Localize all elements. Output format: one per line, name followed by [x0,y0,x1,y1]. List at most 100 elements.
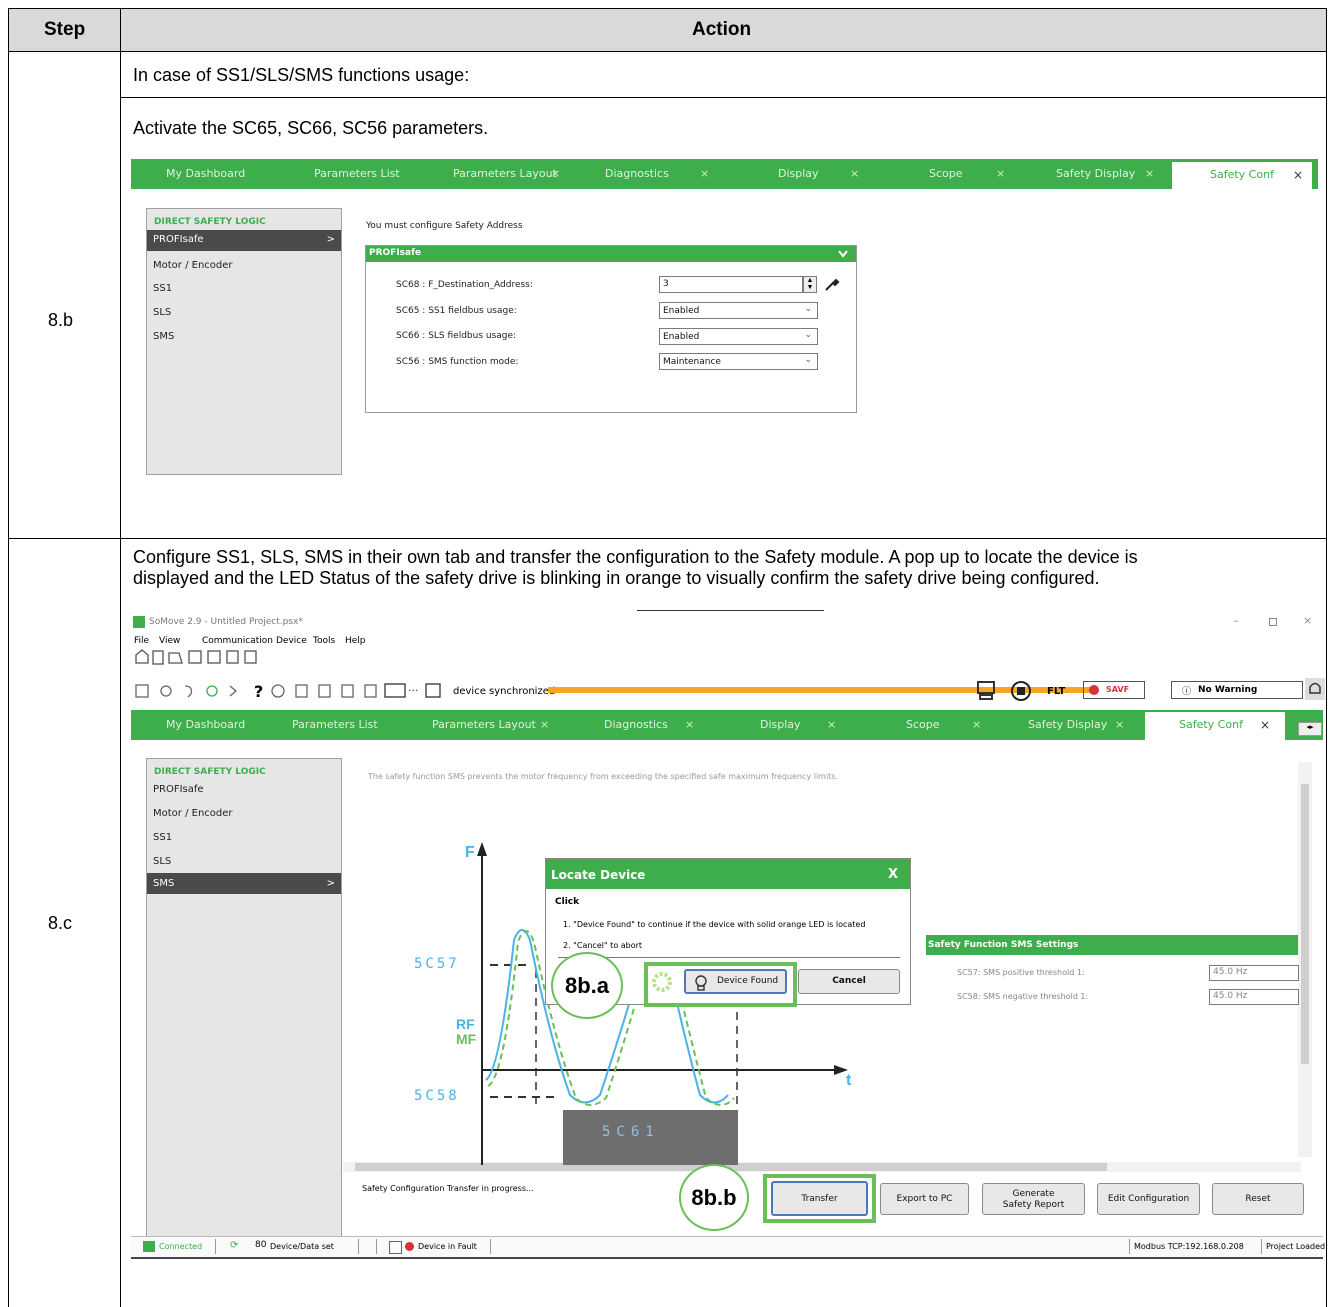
reset-button[interactable]: Reset [1212,1183,1304,1215]
close-icon[interactable]: × [685,718,694,731]
menu-tools[interactable]: Tools [313,636,335,646]
menu-item-ss1[interactable]: SS1 [153,283,172,294]
sls-usage-select[interactable]: Enabled ⌄ [659,328,818,345]
close-icon[interactable]: × [1260,718,1270,732]
close-icon[interactable]: × [850,167,859,180]
cancel-button[interactable]: Cancel [798,969,900,994]
table-border [8,51,1326,52]
chevron-down-icon[interactable] [838,249,848,258]
tab-parameters-layout[interactable]: Parameters Layout [453,167,557,180]
maximize-icon[interactable] [1269,618,1277,626]
menu-item-sls[interactable]: SLS [153,307,171,318]
close-icon[interactable]: × [996,167,1005,180]
close-icon[interactable]: × [972,718,981,731]
menu-help[interactable]: Help [345,636,366,646]
graph-sc61-label: 5C61 [602,1124,660,1140]
tab-scope[interactable]: Scope [929,167,963,180]
close-icon[interactable]: × [827,718,836,731]
tab-parameters-list[interactable]: Parameters List [292,718,378,731]
menu-item-label: PROFIsafe [153,234,204,245]
tab-diagnostics[interactable]: Diagnostics [604,718,668,731]
row-action-text: Configure SS1, SLS, SMS in their own tab… [133,547,1138,567]
savf-badge[interactable]: SAVF [1083,681,1145,699]
address-input[interactable]: 3 [659,276,803,293]
menu-item-sls[interactable]: SLS [153,856,171,867]
close-icon[interactable]: × [1115,718,1124,731]
wrench-icon[interactable] [824,276,840,292]
ss1-usage-select[interactable]: Enabled ⌄ [659,302,818,319]
sms-negative-threshold-input[interactable]: 45.0 Hz [1209,989,1299,1005]
table-border [8,8,1326,9]
menu-item-sms[interactable]: SMS > [147,873,341,894]
savf-label: SAVF [1106,685,1130,694]
settings-title: Safety Function SMS Settings [928,940,1079,950]
tab-my-dashboard[interactable]: My Dashboard [166,718,245,731]
close-icon[interactable]: × [1145,167,1154,180]
side-menu: DIRECT SAFETY LOGIC PROFIsafe > Motor / … [146,208,342,475]
stop-icon[interactable] [1010,680,1032,702]
tab-safety-conf[interactable]: Safety Conf × [1172,162,1312,189]
scrollbar-thumb[interactable] [1301,784,1309,1064]
menu-item-motor[interactable]: Motor / Encoder [153,260,233,271]
tab-scroll-arrows[interactable]: ◂▸ [1298,722,1322,736]
graph-sc58-label: 5C58 [414,1088,460,1104]
export-to-pc-button[interactable]: Export to PC [880,1183,969,1215]
sms-positive-threshold-input[interactable]: 45.0 Hz [1209,965,1299,981]
notice-text: You must configure Safety Address [366,221,523,231]
close-icon[interactable]: × [540,718,549,731]
bell-icon[interactable] [1305,678,1325,700]
edit-configuration-button[interactable]: Edit Configuration [1097,1183,1200,1215]
tab-safety-display[interactable]: Safety Display [1028,718,1107,731]
close-icon[interactable]: × [551,167,560,180]
transfer-status-text: Safety Configuration Transfer in progres… [362,1184,534,1193]
menu-item-profisafe[interactable]: PROFIsafe [153,784,204,795]
side-menu: DIRECT SAFETY LOGIC PROFIsafe Motor / En… [146,758,342,1240]
graph-sc57-label: 5C57 [414,956,460,972]
separator [1261,1239,1262,1254]
param-label: SC56 : SMS function mode: [396,357,519,367]
menu-item-ss1[interactable]: SS1 [153,832,172,843]
close-icon[interactable]: × [700,167,709,180]
chevron-down-icon: ⌄ [804,304,812,314]
callout-8b-b: 8b.b [679,1164,749,1231]
table-border [8,538,1326,539]
dialog-title: Locate Device [551,868,646,882]
menu-device[interactable]: Device [276,636,307,646]
computer-icon[interactable] [975,680,999,702]
menu-communication[interactable]: Communication [202,636,273,646]
generate-safety-report-button[interactable]: Generate Safety Report [982,1183,1085,1215]
close-icon[interactable]: × [1293,168,1303,182]
row-action-text: displayed and the LED Status of the safe… [133,568,1100,588]
menu-file[interactable]: File [134,636,149,646]
warning-badge[interactable]: ⓘ No Warning [1171,681,1303,699]
graph-t-label: t [846,1072,852,1089]
sms-mode-select[interactable]: Maintenance ⌄ [659,353,818,370]
close-icon[interactable]: X [888,867,898,882]
minimize-icon[interactable]: – [1233,614,1239,627]
tab-safety-conf[interactable]: Safety Conf × [1145,712,1285,740]
separator [490,1239,491,1254]
step-label: 8.b [48,310,74,330]
file-toolbar-icons[interactable] [133,648,273,666]
menu-item-profisafe[interactable]: PROFIsafe > [147,230,341,251]
tab-safety-display[interactable]: Safety Display [1056,167,1135,180]
vertical-scrollbar[interactable] [1298,762,1312,1157]
row-intro-text: In case of SS1/SLS/SMS functions usage: [133,65,470,85]
menu-view[interactable]: View [159,636,180,646]
row-action-text: Activate the SC65, SC66, SC56 parameters… [133,118,489,138]
menu-item-sms[interactable]: SMS [153,331,174,342]
menu-item-motor[interactable]: Motor / Encoder [153,808,233,819]
spinner-icon[interactable]: ▲ ▼ [803,276,817,293]
tab-display[interactable]: Display [778,167,819,180]
close-icon[interactable]: × [1303,614,1312,627]
tab-diagnostics[interactable]: Diagnostics [605,167,669,180]
tab-my-dashboard[interactable]: My Dashboard [166,167,245,180]
tab-display[interactable]: Display [760,718,801,731]
tab-parameters-layout[interactable]: Parameters Layout [432,718,536,731]
panel-header[interactable]: PROFIsafe [366,246,856,262]
tab-parameters-list[interactable]: Parameters List [314,167,400,180]
chevron-right-icon: > [326,878,335,889]
tab-scope[interactable]: Scope [906,718,940,731]
graph-mf-label: MF [456,1031,477,1047]
sync-status: device synchronized [453,686,556,697]
